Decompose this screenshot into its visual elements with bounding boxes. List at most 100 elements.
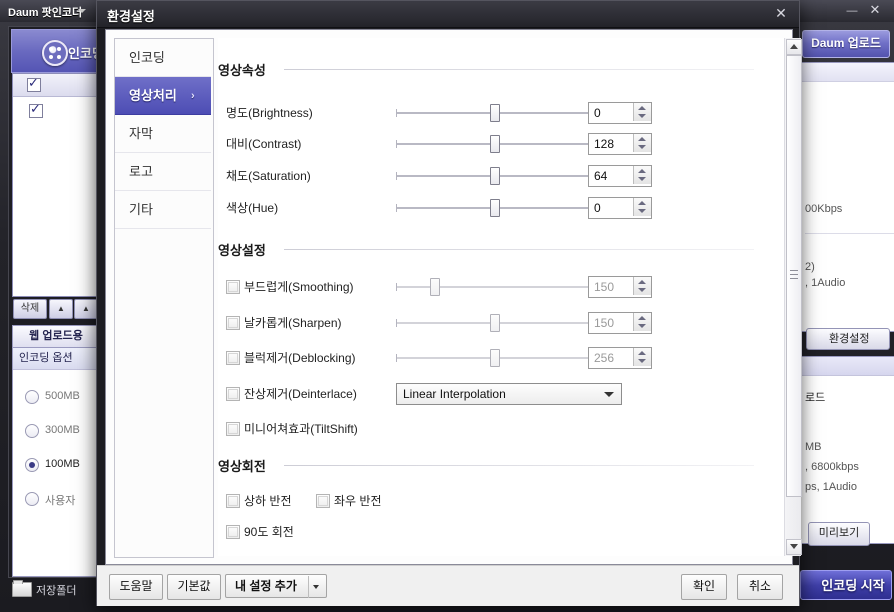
scroll-down-button[interactable] <box>786 539 802 555</box>
dialog-footer: 도움말 기본값 내 설정 추가 확인 취소 <box>97 565 799 606</box>
spinner-smoothing[interactable]: 150 <box>588 276 652 298</box>
spinner-buttons[interactable] <box>633 277 651 295</box>
chevron-down-icon[interactable] <box>604 392 614 397</box>
sidebar-item-logo[interactable]: 로고 <box>115 153 211 191</box>
sharpen-checkbox[interactable] <box>226 316 240 330</box>
file-list[interactable] <box>12 73 100 297</box>
settings-button[interactable]: 환경설정 <box>806 328 890 350</box>
settings-pane: 영상속성 명도(Brightness) 0 대비(Contrast) 128 채… <box>218 38 784 556</box>
slider-thumb[interactable] <box>490 314 500 332</box>
radio-500mb-label: 500MB <box>45 390 80 402</box>
spinner-up-icon[interactable] <box>638 280 646 284</box>
add-preset-button[interactable]: 내 설정 추가 <box>225 574 327 598</box>
slider-thumb[interactable] <box>490 167 500 185</box>
slider-thumb[interactable] <box>430 278 440 296</box>
section-title: 영상회전 <box>218 459 266 474</box>
deinterlace-dropdown[interactable]: Linear Interpolation <box>396 383 622 405</box>
deblocking-checkbox[interactable] <box>226 351 240 365</box>
dialog-title: 환경설정 <box>107 9 155 24</box>
caret-down-icon <box>790 544 798 549</box>
chevron-down-icon[interactable] <box>78 9 86 13</box>
output-info-top-header <box>801 63 894 82</box>
spinner-down-icon[interactable] <box>638 209 646 213</box>
spinner-value: 256 <box>594 351 615 365</box>
tiltshift-checkbox[interactable] <box>226 422 240 436</box>
move-up-button[interactable]: ▲ <box>74 299 98 319</box>
spinner-down-icon[interactable] <box>638 145 646 149</box>
spinner-buttons[interactable] <box>633 313 651 331</box>
dropdown-value: Linear Interpolation <box>403 387 506 401</box>
spinner-hue[interactable]: 0 <box>588 197 652 219</box>
tab-web-upload[interactable]: 웹 업로드용 <box>12 325 100 348</box>
row-label: 채도(Saturation) <box>226 169 311 183</box>
spinner-down-icon[interactable] <box>638 324 646 328</box>
select-all-checkbox[interactable] <box>27 75 41 92</box>
scroll-up-button[interactable] <box>786 39 802 55</box>
ok-button[interactable]: 확인 <box>681 574 727 600</box>
slider-thumb[interactable] <box>490 199 500 217</box>
spinner-up-icon[interactable] <box>638 201 646 205</box>
dialog-close-button[interactable]: ✕ <box>773 5 789 21</box>
spinner-down-icon[interactable] <box>638 359 646 363</box>
sidebar-item-etc[interactable]: 기타 <box>115 191 211 229</box>
slider-thumb[interactable] <box>490 135 500 153</box>
spinner-buttons[interactable] <box>633 348 651 366</box>
spinner-up-icon[interactable] <box>638 137 646 141</box>
row-smoothing: 부드럽게(Smoothing) 150 <box>218 274 758 300</box>
section-title: 영상속성 <box>218 63 266 78</box>
spinner-up-icon[interactable] <box>638 316 646 320</box>
defaults-button[interactable]: 기본값 <box>167 574 221 600</box>
spinner-up-icon[interactable] <box>638 169 646 173</box>
smoothing-checkbox[interactable] <box>226 280 240 294</box>
spinner-up-icon[interactable] <box>638 351 646 355</box>
spinner-buttons[interactable] <box>633 198 651 216</box>
cancel-button[interactable]: 취소 <box>737 574 783 600</box>
chevron-right-icon: › <box>191 90 195 102</box>
spinner-down-icon[interactable] <box>638 288 646 292</box>
spinner-buttons[interactable] <box>633 103 651 121</box>
sidebar-item-encoding[interactable]: 인코딩 <box>115 39 211 77</box>
spinner-brightness[interactable]: 0 <box>588 102 652 124</box>
delete-button[interactable]: 삭제 <box>13 299 47 319</box>
slider-thumb[interactable] <box>490 104 500 122</box>
spinner-buttons[interactable] <box>633 134 651 152</box>
flip-horizontal-checkbox[interactable] <box>316 494 330 508</box>
app-close-button[interactable]: ✕ <box>868 3 882 17</box>
spinner-down-icon[interactable] <box>638 114 646 118</box>
radio-300mb[interactable] <box>25 424 39 438</box>
spinner-sharpen[interactable]: 150 <box>588 312 652 334</box>
rotate-90-checkbox[interactable] <box>226 525 240 539</box>
row-label: 부드럽게(Smoothing) <box>244 280 354 294</box>
slider-thumb[interactable] <box>490 349 500 367</box>
move-top-button[interactable]: ▲ <box>49 299 73 319</box>
deinterlace-checkbox[interactable] <box>226 387 240 401</box>
flip-vertical-checkbox[interactable] <box>226 494 240 508</box>
radio-custom[interactable] <box>25 492 39 506</box>
spinner-deblocking[interactable]: 256 <box>588 347 652 369</box>
sidebar-item-subtitle[interactable]: 자막 <box>115 115 211 153</box>
radio-custom-label: 사용자 <box>45 495 76 507</box>
row-contrast: 대비(Contrast) 128 <box>218 131 758 157</box>
chevron-down-icon[interactable] <box>313 585 319 589</box>
spinner-contrast[interactable]: 128 <box>588 133 652 155</box>
file-row-checkbox[interactable] <box>29 101 43 118</box>
minimize-button[interactable]: — <box>846 6 858 17</box>
sidebar-item-video-processing[interactable]: 영상처리 › <box>115 77 211 115</box>
encoding-options-panel: 인코딩 옵션 500MB 300MB 100MB 사용자 <box>12 347 100 577</box>
spinner-saturation[interactable]: 64 <box>588 165 652 187</box>
daum-upload-button[interactable]: Daum 업로드 <box>802 30 890 58</box>
preview-button[interactable]: 미리보기 <box>808 522 870 546</box>
help-button[interactable]: 도움말 <box>109 574 163 600</box>
scrollbar-thumb[interactable] <box>786 55 802 497</box>
spinner-value: 150 <box>594 280 615 294</box>
start-encoding-button[interactable]: 인코딩 시작 <box>800 570 892 600</box>
file-list-header <box>13 74 99 97</box>
pane-scrollbar[interactable] <box>784 38 802 556</box>
slider-track[interactable] <box>396 283 592 291</box>
radio-500mb[interactable] <box>25 390 39 404</box>
spinner-up-icon[interactable] <box>638 106 646 110</box>
screen: Daum 팟인코더 — ✕ 인코딩 삭제 ▲ ▲ 웹 업로드용 인코 <box>0 0 894 612</box>
radio-100mb[interactable] <box>25 458 39 472</box>
spinner-down-icon[interactable] <box>638 177 646 181</box>
spinner-buttons[interactable] <box>633 166 651 184</box>
